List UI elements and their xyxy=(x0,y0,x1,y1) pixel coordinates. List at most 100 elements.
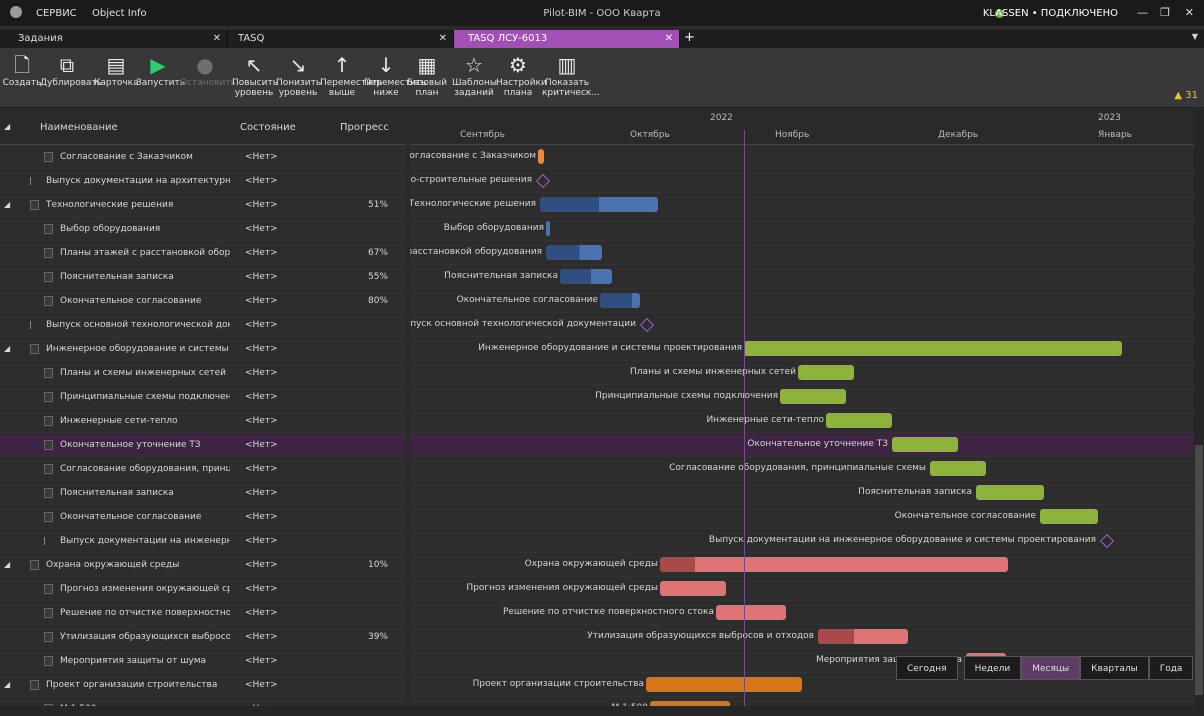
minimize-icon[interactable]: — xyxy=(1137,6,1148,19)
milestone-diamond-icon[interactable] xyxy=(639,317,655,333)
gantt-bar[interactable] xyxy=(660,581,726,596)
ribbon-button[interactable]: ▶ Запустить xyxy=(136,52,185,88)
gantt-bar[interactable] xyxy=(538,149,544,164)
task-row[interactable]: Выпуск документации на инженерное... <Нет… xyxy=(0,529,406,553)
task-row[interactable]: Выбор оборудования <Нет> xyxy=(0,217,406,241)
warning-badge[interactable]: ▲ 31 xyxy=(1174,90,1198,101)
task-row[interactable]: Планы этажей с расстановкой оборуд... <Не… xyxy=(0,241,406,265)
expand-icon[interactable]: ◢ xyxy=(4,337,10,361)
ribbon-button[interactable]: ↑ Переместить выше xyxy=(320,52,382,98)
user-status[interactable]: KLASSEN • ПОДКЛЮЧЕНО xyxy=(983,8,1118,19)
zoom-years-button[interactable]: Года xyxy=(1148,656,1194,680)
gantt-bar-label: Пояснительная записка xyxy=(444,271,558,281)
task-row[interactable]: Выпуск документации на архитектурно-с...… xyxy=(0,169,406,193)
ribbon-label: заданий xyxy=(454,88,494,98)
zoom-quarters-button[interactable]: Кварталы xyxy=(1080,656,1149,680)
close-tab-icon[interactable]: ✕ xyxy=(665,30,673,48)
task-row[interactable]: Выпуск основной технологической доку... <… xyxy=(0,313,406,337)
ribbon-button[interactable]: ↘ Понизить уровень xyxy=(276,52,321,98)
tab-tasks[interactable]: Задания ✕ xyxy=(0,30,228,48)
ribbon-label: уровень xyxy=(234,88,274,98)
zoom-weeks-button[interactable]: Недели xyxy=(963,656,1022,680)
task-name: Принципиальные схемы подключения xyxy=(60,392,230,402)
ribbon-button[interactable]: ▥ Показать критическ... xyxy=(542,52,600,98)
gantt-bar[interactable] xyxy=(660,557,1008,572)
gantt-bar[interactable] xyxy=(780,389,846,404)
ribbon-button[interactable]: ⧉ Дублировать xyxy=(40,52,102,88)
task-row[interactable]: Пояснительная записка <Нет> xyxy=(0,481,406,505)
maximize-icon[interactable]: ❐ xyxy=(1160,6,1170,19)
collapse-all-icon[interactable]: ◢ xyxy=(4,122,10,131)
task-row[interactable]: Планы и схемы инженерных сетей <Нет> xyxy=(0,361,406,385)
ribbon-button[interactable]: ↖ Повысить уровень xyxy=(232,52,279,98)
gantt-bar[interactable] xyxy=(646,677,802,692)
ribbon-button[interactable]: ● Остановить xyxy=(180,52,236,88)
close-icon[interactable]: ✕ xyxy=(1185,6,1194,19)
scroll-thumb[interactable] xyxy=(1195,445,1203,695)
task-icon xyxy=(44,224,53,234)
expand-icon[interactable]: ◢ xyxy=(4,673,10,697)
tab-tasq[interactable]: TASQ ✕ xyxy=(232,30,454,48)
task-row[interactable]: Утилизация образующихся выбросов... <Нет>… xyxy=(0,625,406,649)
horizontal-scrollbar[interactable] xyxy=(0,706,1204,716)
task-row[interactable]: Решение по отчистке поверхностного... <Не… xyxy=(0,601,406,625)
task-row[interactable]: Пояснительная записка <Нет> 55% xyxy=(0,265,406,289)
vertical-scrollbar[interactable] xyxy=(1194,110,1204,706)
tab-tasq-lsu[interactable]: TASQ ЛСУ-6013 ✕ xyxy=(454,30,680,48)
gantt-bar[interactable] xyxy=(930,461,986,476)
task-row[interactable]: М 1:500 <Нет> xyxy=(0,697,406,706)
milestone-diamond-icon[interactable] xyxy=(535,173,551,189)
gantt-bar[interactable] xyxy=(744,341,1122,356)
close-tab-icon[interactable]: ✕ xyxy=(439,30,447,48)
milestone-diamond-icon[interactable] xyxy=(1099,533,1115,549)
ribbon-label: Повысить xyxy=(232,78,279,88)
ribbon-button[interactable]: ⚙ Настройки плана xyxy=(496,52,547,98)
add-tab-icon[interactable]: + xyxy=(684,30,695,45)
gantt-bar[interactable] xyxy=(826,413,892,428)
gantt-bar[interactable] xyxy=(716,605,786,620)
ribbon-icon: ↓ xyxy=(377,53,395,77)
expand-icon[interactable]: ◢ xyxy=(4,553,10,577)
task-row[interactable]: Окончательное согласование <Нет> xyxy=(0,505,406,529)
gantt-bar[interactable] xyxy=(798,365,854,380)
task-row[interactable]: ◢ Инженерное оборудование и системы пр...… xyxy=(0,337,406,361)
task-icon xyxy=(30,560,39,570)
zoom-today-button[interactable]: Сегодня xyxy=(896,656,958,680)
gantt-bar[interactable] xyxy=(600,293,640,308)
gantt-bar[interactable] xyxy=(892,437,958,452)
gantt-bar[interactable] xyxy=(546,221,550,236)
gantt-bar[interactable] xyxy=(818,629,908,644)
task-row[interactable]: Прогноз изменения окружающей сре... <Нет> xyxy=(0,577,406,601)
task-row[interactable]: Принципиальные схемы подключения <Нет> xyxy=(0,385,406,409)
gantt-bar[interactable] xyxy=(540,197,658,212)
task-row[interactable]: Согласование оборудования, принци... <Нет… xyxy=(0,457,406,481)
task-row[interactable]: ◢ Проект организации строительства <Нет> xyxy=(0,673,406,697)
zoom-months-button[interactable]: Месяцы xyxy=(1021,656,1081,680)
month-label: Ноябрь xyxy=(775,130,810,140)
task-row[interactable]: Согласование с Заказчиком <Нет> xyxy=(0,145,406,169)
task-row[interactable]: ◢ Технологические решения <Нет> 51% xyxy=(0,193,406,217)
gantt-bar[interactable] xyxy=(560,269,612,284)
task-row[interactable]: Окончательное уточнение ТЗ <Нет> xyxy=(0,433,406,457)
task-row[interactable]: ◢ Охрана окружающей среды <Нет> 10% xyxy=(0,553,406,577)
gantt-bar[interactable] xyxy=(1040,509,1098,524)
task-row[interactable]: Инженерные сети-тепло <Нет> xyxy=(0,409,406,433)
column-name[interactable]: Наименование xyxy=(40,122,118,133)
tab-menu-chevron-icon[interactable]: ▼ xyxy=(1192,32,1198,41)
column-state[interactable]: Состояние xyxy=(240,122,296,133)
task-name: Пояснительная записка xyxy=(60,488,174,498)
task-row[interactable]: Окончательное согласование <Нет> 80% xyxy=(0,289,406,313)
ribbon-button[interactable]: 🗋 Создать xyxy=(2,52,42,88)
ribbon-button[interactable]: ☆ Шаблоны заданий xyxy=(452,52,497,98)
task-state: <Нет> xyxy=(245,344,278,354)
ribbon-button[interactable]: ▦ Базовый план xyxy=(406,52,448,98)
ribbon-label: критическ... xyxy=(542,88,600,98)
ribbon-button[interactable]: ↓ Переместить ниже xyxy=(364,52,426,98)
ribbon-button[interactable]: ▤ Карточка xyxy=(94,52,139,88)
column-progress[interactable]: Прогресс xyxy=(340,122,389,133)
close-tab-icon[interactable]: ✕ xyxy=(213,30,221,48)
task-row[interactable]: Мероприятия защиты от шума <Нет> xyxy=(0,649,406,673)
gantt-bar[interactable] xyxy=(546,245,602,260)
gantt-bar[interactable] xyxy=(976,485,1044,500)
expand-icon[interactable]: ◢ xyxy=(4,193,10,217)
